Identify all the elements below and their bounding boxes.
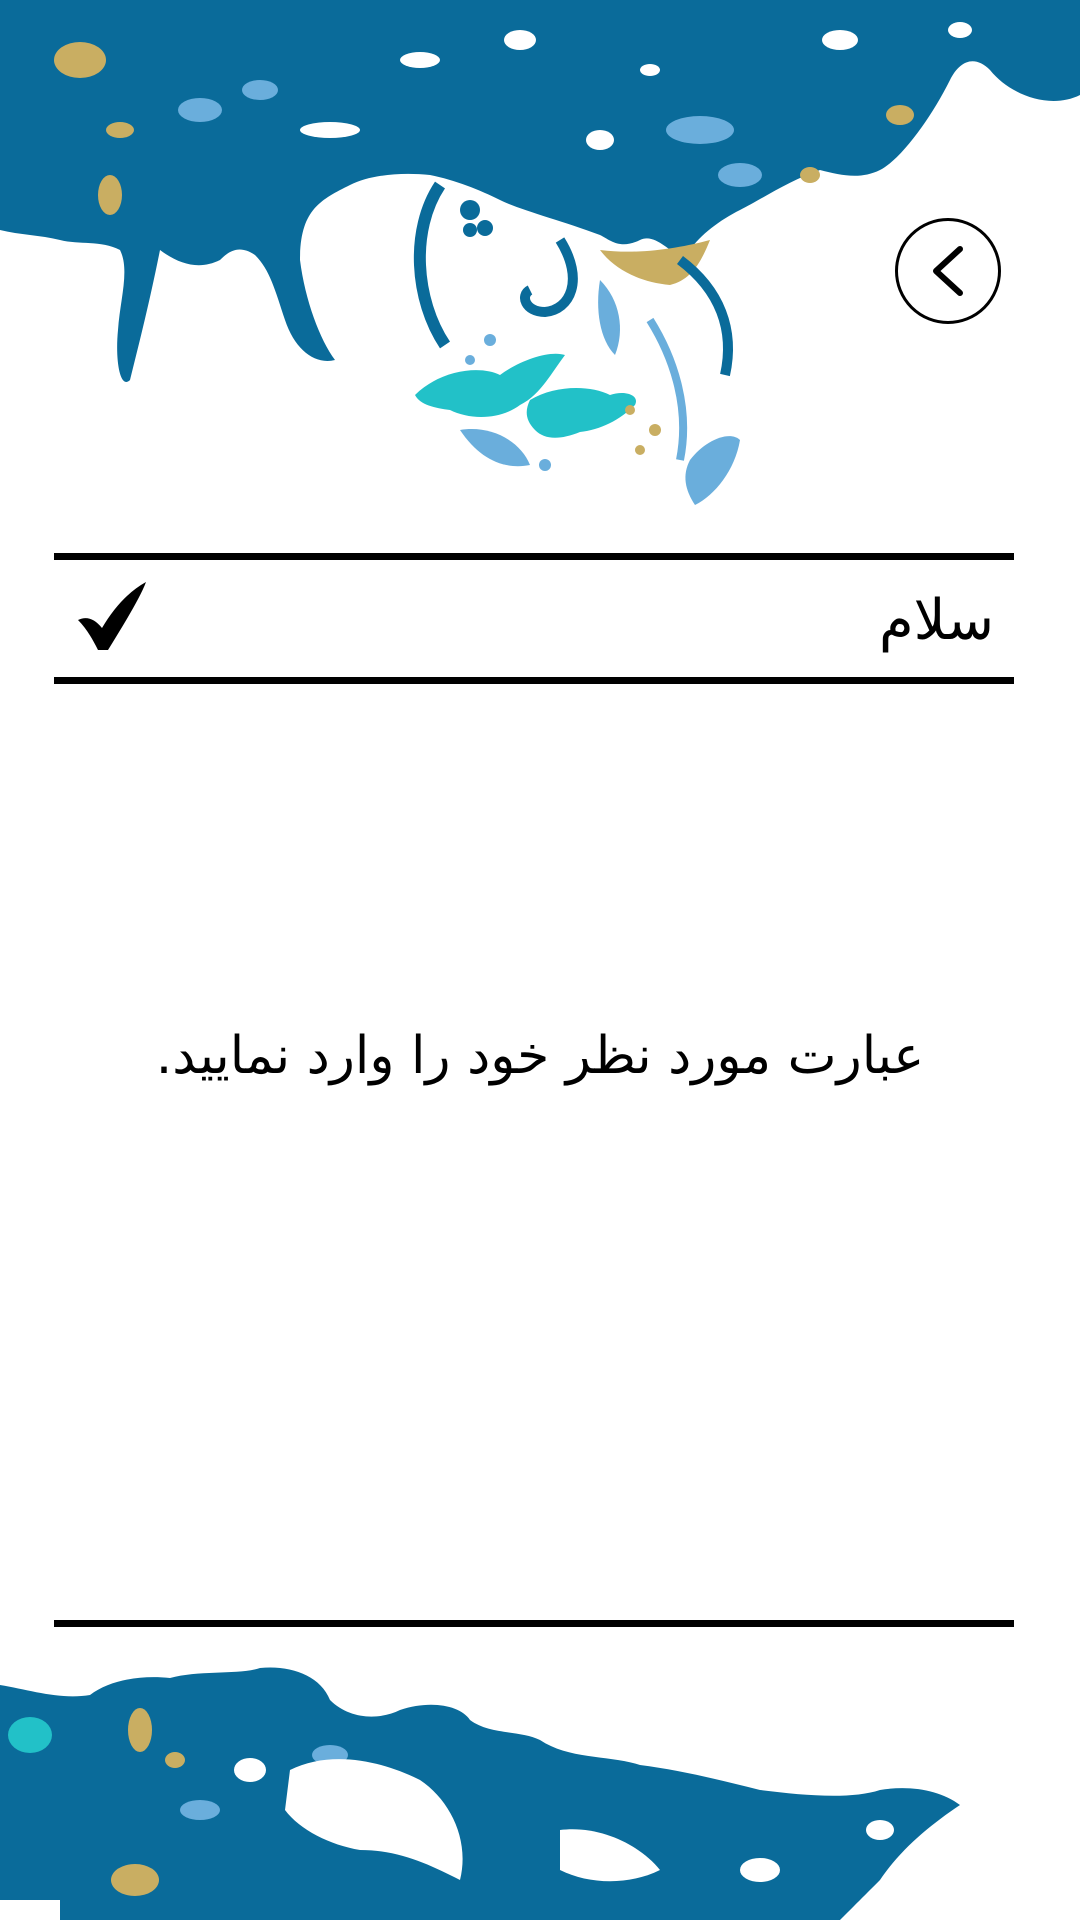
input-bottom-divider (54, 677, 1014, 684)
checkmark-icon (78, 582, 146, 650)
confirm-button[interactable] (74, 580, 154, 660)
chevron-left-icon (933, 246, 963, 296)
back-button[interactable] (895, 218, 1001, 324)
instruction-text: عبارت مورد نظر خود را وارد نمایید. (155, 1026, 925, 1086)
input-top-divider (54, 553, 1014, 560)
bottom-floral-artwork (0, 1667, 960, 1920)
text-entry-row (54, 560, 1014, 680)
phrase-input[interactable] (174, 560, 994, 680)
content-bottom-divider (54, 1620, 1014, 1627)
